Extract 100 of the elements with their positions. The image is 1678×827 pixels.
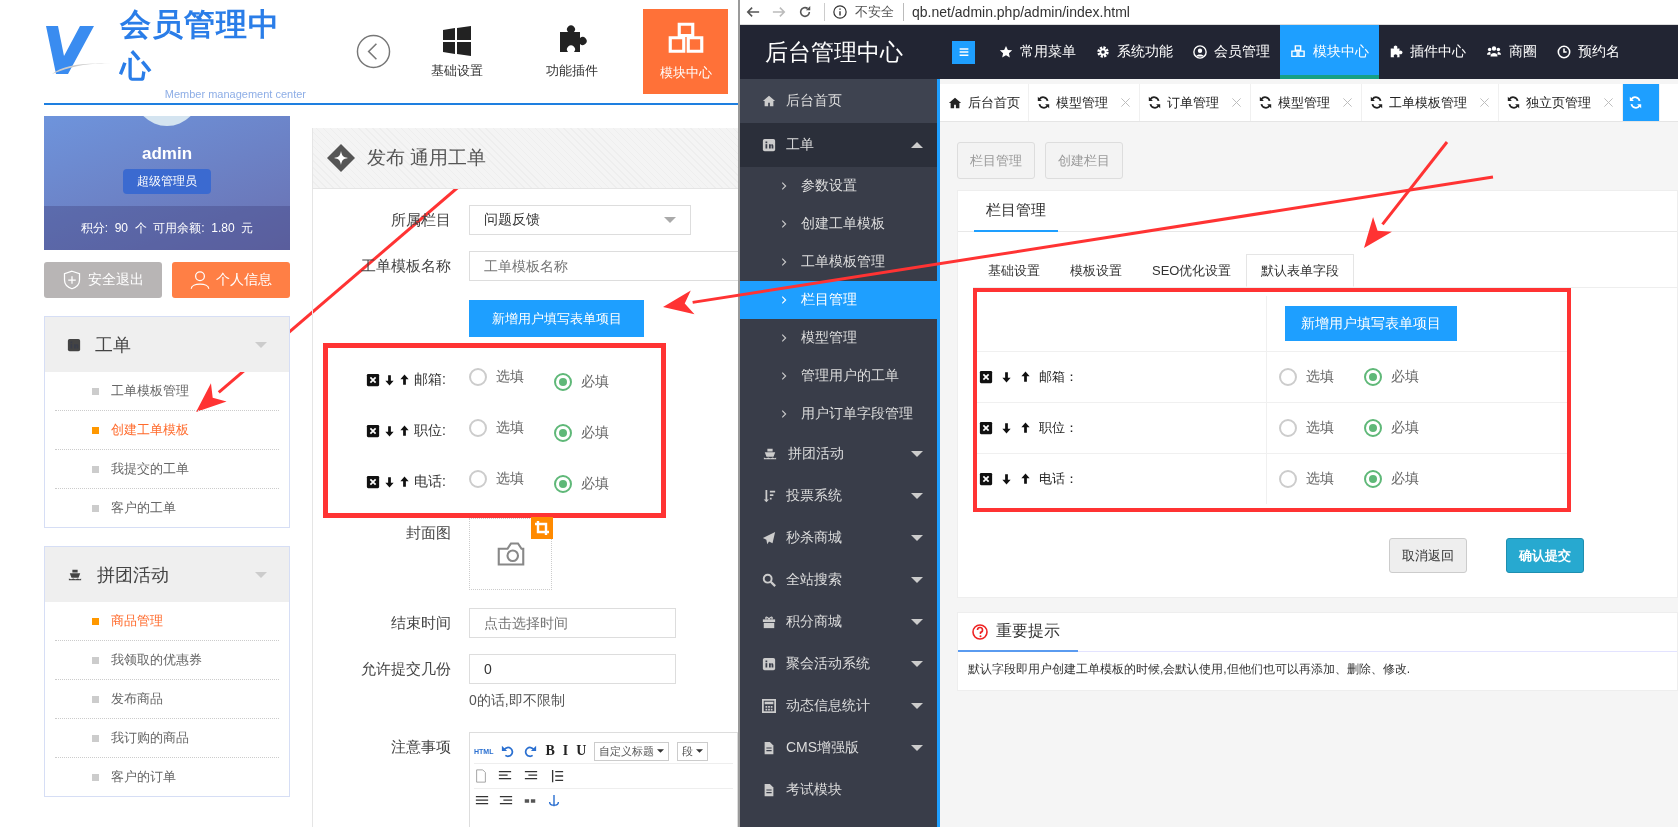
sidebar-subitem[interactable]: 工单模板管理 [740,243,937,281]
caret-icon [911,141,923,149]
menu-item[interactable]: 我订购的商品 [55,719,279,758]
caret-icon [696,747,704,755]
sub-tab[interactable]: SEO优化设置 [1137,254,1247,287]
square-icon [762,138,776,152]
sidebar-item[interactable]: 动态信息统计 [740,685,937,727]
delete-icon [366,474,381,489]
sidebar-item[interactable]: 聚会活动系统 [740,643,937,685]
sub-tab[interactable]: 基础设置 [973,254,1055,287]
arrow-down-icon [1001,370,1012,384]
refresh-icon [1037,96,1050,109]
radio-option[interactable]: 必填 [554,373,609,391]
menu-item[interactable]: 发布商品 [55,680,279,719]
caret-icon [657,747,665,755]
menu-item[interactable]: 客户的工单 [55,489,279,527]
page-tab[interactable]: 模型管理 [1029,84,1140,121]
radio-option[interactable]: 必填 [554,424,609,442]
field-label: 结束时间 [390,613,451,633]
gear-icon [1096,45,1110,59]
arrow-down-icon [384,423,396,438]
menu-group-header[interactable]: 拼团活动 [45,547,289,602]
puzzle-icon [1389,45,1403,59]
sidebar-subitem[interactable]: 管理用户的工单 [740,357,937,395]
sidebar-item[interactable]: 工单 [740,123,937,167]
sidebar-subitem[interactable]: 模型管理 [740,319,937,357]
sidebar-item[interactable]: 考试模块 [740,769,937,811]
menu-item[interactable]: 客户的订单 [55,758,279,796]
image-upload[interactable] [469,518,552,590]
format-button[interactable]: U [576,743,587,759]
menu-button[interactable] [952,40,975,64]
caret-icon [911,534,923,542]
sidebar-item[interactable]: 拼团活动 [740,433,937,475]
radio-option[interactable]: 必填 [1364,419,1419,437]
format-button[interactable]: I [562,743,569,759]
nav-tab[interactable]: 商圈 [1476,25,1547,79]
radio-option[interactable]: 选填 [469,368,524,386]
notice-title: 重要提示 [996,621,1060,641]
arrow-up-icon [399,372,411,387]
radio-option[interactable]: 必填 [1364,368,1419,386]
refresh-icon [1507,96,1520,109]
sidebar-subitem[interactable]: 创建工单模板 [740,205,937,243]
chevron-icon [780,370,789,382]
sidebar-item[interactable]: 积分商城 [740,601,937,643]
page-tab[interactable]: 工单模板管理 [1362,84,1499,121]
input-field[interactable]: 0 [469,654,676,684]
sidebar-subitem[interactable]: 用户订单字段管理 [740,395,937,433]
address-bar-url[interactable]: qb.net/admin.php/admin/index.html [912,4,1130,20]
chevron-icon [780,180,789,192]
document-icon [762,741,776,755]
date-field[interactable]: 点击选择时间 [469,608,676,638]
sidebar-item[interactable]: 全站搜索 [740,559,937,601]
page-tab[interactable]: 模型管理 [1251,84,1362,121]
sub-tab[interactable]: 默认表单字段 [1246,254,1355,287]
format-button[interactable]: B [545,743,555,759]
arrow-down-icon [384,372,396,387]
field-label: 注意事项 [390,738,451,757]
radio-option[interactable]: 选填 [469,419,524,437]
category-select[interactable]: 问题反馈 [469,205,691,235]
crop-button[interactable] [531,517,553,539]
sidebar-item[interactable]: 秒杀商城 [740,517,937,559]
help-icon [972,623,988,640]
sidebar-item[interactable]: CMS增强版 [740,727,937,769]
close-icon [1603,97,1614,108]
editor-dropdown[interactable]: 段 [677,741,709,761]
menu-group-header[interactable]: 工单 [45,317,289,372]
sidebar-item[interactable]: 投票系统 [740,475,937,517]
sidebar-item[interactable]: 后台首页 [740,79,937,123]
nav-tab[interactable]: 会员管理 [1183,25,1280,79]
field-label: 邮箱: [414,370,446,389]
page-tab[interactable] [1623,84,1660,121]
nav-tab[interactable]: 常用菜单 [989,25,1086,79]
input-field[interactable]: 工单模板名称 [469,251,738,281]
nav-tab[interactable]: 功能插件 [514,9,629,94]
caret-icon [255,340,267,349]
menu-item[interactable]: 我提交的工单 [55,450,279,489]
radio-option[interactable]: 选填 [1279,368,1334,386]
back-icon[interactable] [356,34,391,69]
nav-tab[interactable]: 预约名 [1547,25,1630,79]
radio-option[interactable]: 选填 [1279,419,1334,437]
cancel-button[interactable]: 取消返回 [1389,538,1467,573]
sub-tab[interactable]: 模板设置 [1055,254,1137,287]
radio-option[interactable]: 必填 [1364,470,1419,488]
ship-icon [67,567,83,582]
caret-icon [911,744,923,752]
editor-dropdown[interactable]: 自定义标题 [594,741,670,761]
page-tab[interactable]: 订单管理 [1140,84,1251,121]
notice-text: 默认字段即用户创建工单模板的时候,会默认使用,但他们也可以再添加、删除、修改. [967,661,1411,678]
gift-icon [762,615,776,629]
page-icon [474,769,488,783]
nav-tab[interactable]: 基础设置 [399,9,514,94]
nav-tab[interactable]: 插件中心 [1379,25,1476,79]
nav-tab[interactable]: 系统功能 [1086,25,1183,79]
page-tab[interactable]: 后台首页 [940,84,1029,121]
sidebar-subitem[interactable]: 参数设置 [740,167,937,205]
refresh-icon [1370,96,1383,109]
radio-option[interactable]: 必填 [554,475,609,493]
radio-option[interactable]: 选填 [469,470,524,488]
menu-item[interactable]: 我领取的优惠券 [55,641,279,680]
radio-option[interactable]: 选填 [1279,470,1334,488]
